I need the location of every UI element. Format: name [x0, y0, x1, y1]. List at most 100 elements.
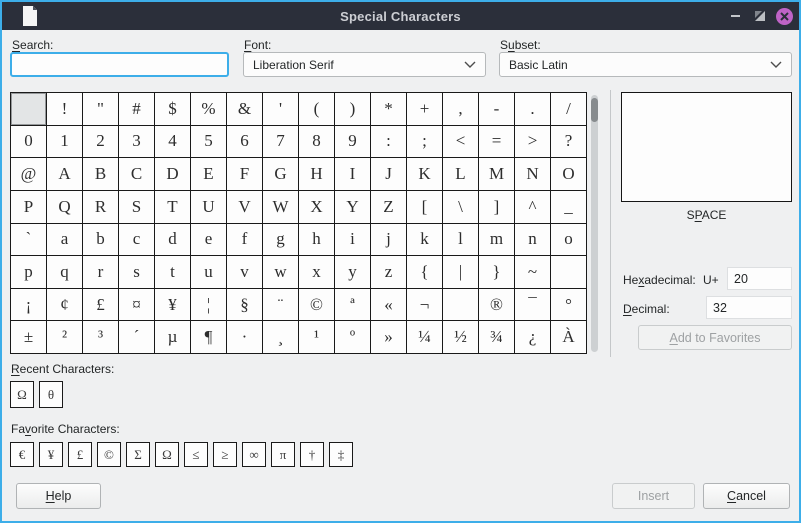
char-cell[interactable]: ¯: [515, 289, 550, 321]
favorite-char-cell[interactable]: π: [271, 442, 295, 467]
char-cell[interactable]: ³: [83, 321, 118, 353]
char-cell[interactable]: #: [119, 93, 154, 125]
char-cell[interactable]: [11, 93, 46, 125]
char-cell[interactable]: H: [299, 158, 334, 190]
char-cell[interactable]: ¸: [263, 321, 298, 353]
char-cell[interactable]: }: [479, 256, 514, 288]
char-cell[interactable]: ]: [479, 191, 514, 223]
recent-char-cell[interactable]: Ω: [10, 381, 34, 408]
char-cell[interactable]: L: [443, 158, 478, 190]
char-cell[interactable]: g: [263, 224, 298, 256]
char-cell[interactable]: d: [155, 224, 190, 256]
favorite-char-cell[interactable]: £: [68, 442, 92, 467]
subset-select[interactable]: Basic Latin: [499, 52, 792, 77]
char-cell[interactable]: S: [119, 191, 154, 223]
char-cell[interactable]: m: [479, 224, 514, 256]
char-cell[interactable]: ¦: [191, 289, 226, 321]
char-cell[interactable]: ?: [551, 126, 586, 158]
char-cell[interactable]: ;: [407, 126, 442, 158]
minimize-button[interactable]: [723, 2, 747, 30]
favorite-char-cell[interactable]: Ω: [155, 442, 179, 467]
char-cell[interactable]: ^: [515, 191, 550, 223]
char-cell[interactable]: V: [227, 191, 262, 223]
char-cell[interactable]: .: [515, 93, 550, 125]
char-cell[interactable]: s: [119, 256, 154, 288]
char-cell[interactable]: B: [83, 158, 118, 190]
char-cell[interactable]: w: [263, 256, 298, 288]
char-cell[interactable]: n: [515, 224, 550, 256]
font-select[interactable]: Liberation Serif: [243, 52, 486, 77]
hexadecimal-input[interactable]: [727, 267, 792, 290]
char-cell[interactable]: ª: [335, 289, 370, 321]
char-cell[interactable]: v: [227, 256, 262, 288]
char-cell[interactable]: »: [371, 321, 406, 353]
char-cell[interactable]: x: [299, 256, 334, 288]
char-cell[interactable]: I: [335, 158, 370, 190]
char-cell[interactable]: «: [371, 289, 406, 321]
char-cell[interactable]: 3: [119, 126, 154, 158]
char-cell[interactable]: 4: [155, 126, 190, 158]
char-cell[interactable]: F: [227, 158, 262, 190]
char-cell[interactable]: _: [551, 191, 586, 223]
char-cell[interactable]: A: [47, 158, 82, 190]
char-cell[interactable]: ©: [299, 289, 334, 321]
char-cell[interactable]: -: [479, 93, 514, 125]
char-cell[interactable]: \: [443, 191, 478, 223]
char-cell[interactable]: X: [299, 191, 334, 223]
char-cell[interactable]: `: [11, 224, 46, 256]
char-cell[interactable]: l: [443, 224, 478, 256]
char-cell[interactable]: ±: [11, 321, 46, 353]
char-cell[interactable]: [551, 256, 586, 288]
recent-char-cell[interactable]: θ: [39, 381, 63, 408]
favorite-char-cell[interactable]: ¥: [39, 442, 63, 467]
char-cell[interactable]: R: [83, 191, 118, 223]
favorite-char-cell[interactable]: ≤: [184, 442, 208, 467]
cancel-button[interactable]: Cancel: [703, 483, 790, 509]
char-cell[interactable]: &: [227, 93, 262, 125]
char-cell[interactable]: 7: [263, 126, 298, 158]
char-cell[interactable]: |: [443, 256, 478, 288]
char-cell[interactable]: ¿: [515, 321, 550, 353]
char-cell[interactable]: 1: [47, 126, 82, 158]
char-cell[interactable]: ¬: [407, 289, 442, 321]
char-cell[interactable]: 9: [335, 126, 370, 158]
char-cell[interactable]: ¼: [407, 321, 442, 353]
char-cell[interactable]: ": [83, 93, 118, 125]
char-cell[interactable]: z: [371, 256, 406, 288]
titlebar[interactable]: Special Characters: [2, 2, 799, 30]
char-cell[interactable]: ·: [227, 321, 262, 353]
favorite-char-cell[interactable]: €: [10, 442, 34, 467]
char-cell[interactable]: ¥: [155, 289, 190, 321]
add-to-favorites-button[interactable]: Add to Favorites: [638, 325, 792, 350]
char-cell[interactable]: T: [155, 191, 190, 223]
char-cell[interactable]: G: [263, 158, 298, 190]
char-cell[interactable]: u: [191, 256, 226, 288]
favorite-char-cell[interactable]: ∞: [242, 442, 266, 467]
char-cell[interactable]: ¹: [299, 321, 334, 353]
char-cell[interactable]: ': [263, 93, 298, 125]
char-cell[interactable]: p: [11, 256, 46, 288]
char-cell[interactable]: W: [263, 191, 298, 223]
char-cell[interactable]: ): [335, 93, 370, 125]
char-cell[interactable]: i: [335, 224, 370, 256]
char-cell[interactable]: £: [83, 289, 118, 321]
char-cell[interactable]: µ: [155, 321, 190, 353]
char-cell[interactable]: U: [191, 191, 226, 223]
char-cell[interactable]: 6: [227, 126, 262, 158]
char-cell[interactable]: E: [191, 158, 226, 190]
char-cell[interactable]: ½: [443, 321, 478, 353]
maximize-button[interactable]: [748, 2, 772, 30]
char-cell[interactable]: a: [47, 224, 82, 256]
char-cell[interactable]: q: [47, 256, 82, 288]
char-cell[interactable]: e: [191, 224, 226, 256]
char-cell[interactable]: !: [47, 93, 82, 125]
char-cell[interactable]: <: [443, 126, 478, 158]
char-cell[interactable]: º: [335, 321, 370, 353]
favorite-char-cell[interactable]: ‡: [329, 442, 353, 467]
char-cell[interactable]: {: [407, 256, 442, 288]
insert-button[interactable]: Insert: [612, 483, 695, 509]
char-cell[interactable]: 8: [299, 126, 334, 158]
favorite-char-cell[interactable]: ©: [97, 442, 121, 467]
char-cell[interactable]: Y: [335, 191, 370, 223]
char-cell[interactable]: c: [119, 224, 154, 256]
